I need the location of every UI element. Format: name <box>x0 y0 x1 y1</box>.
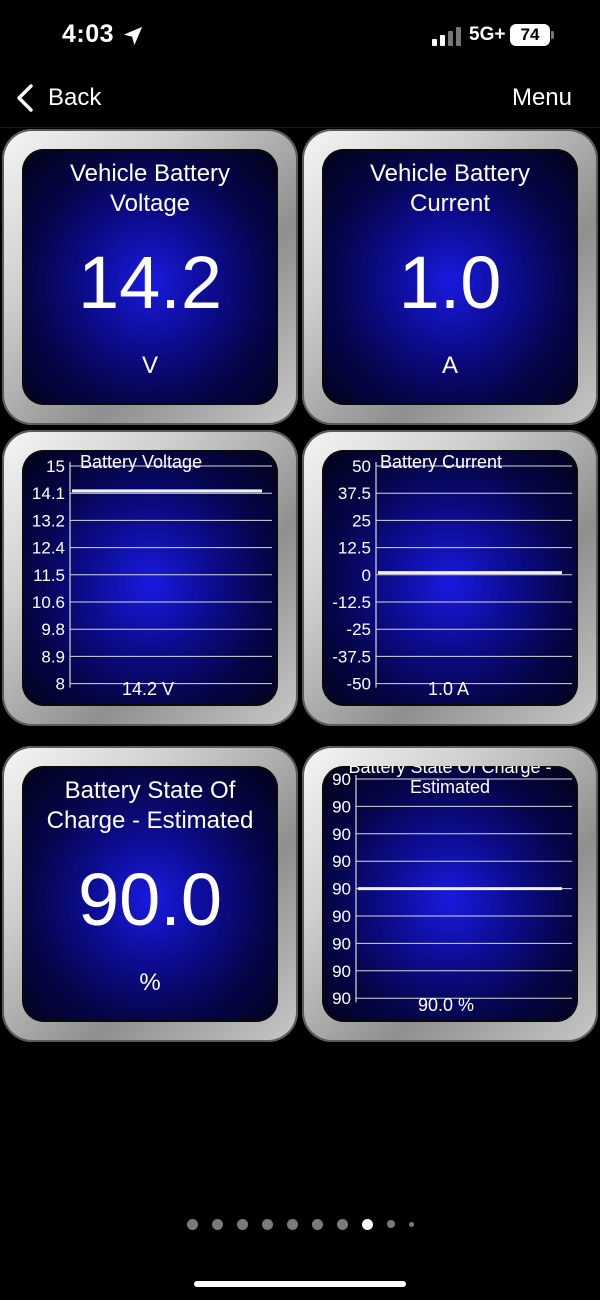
soc-chart-tile[interactable]: 90 90 90 90 90 90 90 90 90 Battery State Of Char… <box>302 746 598 1042</box>
page-dot[interactable] <box>336 1218 348 1230</box>
page-dot[interactable] <box>408 1221 414 1227</box>
y-tick-label: 8 <box>56 675 65 694</box>
page-dot[interactable] <box>186 1218 198 1230</box>
page-dot[interactable] <box>386 1220 395 1228</box>
gauge-face: Vehicle Battery Voltage 14.2 V <box>22 149 278 405</box>
y-tick-label: 90 <box>332 797 351 816</box>
chart-title: Battery Voltage <box>80 452 203 472</box>
page-dot[interactable] <box>261 1218 273 1230</box>
gauge-value: 1.0 <box>398 241 502 324</box>
status-time: 4:03 <box>62 20 115 48</box>
voltage-gauge-tile[interactable]: Vehicle Battery Voltage 14.2 V <box>2 129 298 425</box>
gauge-unit: % <box>139 969 161 996</box>
gauge-face: Battery State Of Charge - Estimated 90.0… <box>22 766 278 1022</box>
nav-divider <box>0 127 600 128</box>
voltage-chart-tile[interactable]: 15 14.1 13.2 12.4 11.5 10.6 9.8 8.9 8 Battery Vo… <box>2 430 298 726</box>
network-label: 5G+ <box>469 24 506 45</box>
y-tick-label: 15 <box>46 457 65 476</box>
page-dot[interactable] <box>211 1218 223 1230</box>
page-dot[interactable] <box>311 1218 323 1230</box>
y-tick-label: 37.5 <box>338 484 371 503</box>
y-tick-label: 11.5 <box>33 566 65 585</box>
chart-face: 50 37.5 25 12.5 0 -12.5 -25 -37.5 -50 Battery Cu… <box>322 450 578 706</box>
soc-chart: 909090909090909090 <box>332 770 572 1008</box>
page-dot[interactable] <box>286 1218 298 1230</box>
page-dot[interactable] <box>236 1218 248 1230</box>
chart-readout: 90.0 % <box>418 995 475 1015</box>
gauge-title: Battery State Of Charge - Estimated <box>46 777 254 834</box>
chart-face: 15 14.1 13.2 12.4 11.5 10.6 9.8 8.9 8 Battery Vo… <box>22 450 278 706</box>
y-tick-label: 90 <box>332 880 351 899</box>
gauge-value: 14.2 <box>77 241 223 324</box>
back-button[interactable]: Back <box>14 80 101 116</box>
location-arrow-icon <box>123 26 143 46</box>
gauge-value: 90.0 <box>77 858 223 941</box>
voltage-chart: 15 14.1 13.2 12.4 11.5 10.6 9.8 8.9 8 <box>32 457 272 694</box>
y-tick-label: 12.4 <box>32 539 65 558</box>
y-tick-label: 12.5 <box>338 539 371 558</box>
gauge-title: Vehicle Battery Voltage <box>69 160 231 217</box>
y-tick-label: 13.2 <box>32 511 65 530</box>
y-tick-label: 0 <box>362 566 371 585</box>
gauge-title: Vehicle Battery Current <box>369 160 531 217</box>
current-chart-tile[interactable]: 50 37.5 25 12.5 0 -12.5 -25 -37.5 -50 Battery Cu… <box>302 430 598 726</box>
page-indicator[interactable] <box>0 1217 600 1231</box>
chart-readout: 14.2 V <box>122 679 175 699</box>
chart-title: Battery Current <box>380 452 503 472</box>
y-tick-label: 90 <box>332 934 351 953</box>
page-dot[interactable] <box>361 1218 373 1230</box>
chart-readout: 1.0 A <box>428 679 470 699</box>
chevron-left-icon <box>17 84 33 112</box>
signal-icon <box>432 27 461 46</box>
y-tick-label: 50 <box>352 457 371 476</box>
y-tick-label: 9.8 <box>41 620 65 639</box>
y-tick-label: -25 <box>346 620 371 639</box>
y-tick-label: -12.5 <box>332 593 371 612</box>
current-gauge-tile[interactable]: Vehicle Battery Current 1.0 A <box>302 129 598 425</box>
y-tick-label: 10.6 <box>32 593 65 612</box>
gauge-face: Vehicle Battery Current 1.0 A <box>322 149 578 405</box>
gauge-unit: A <box>441 352 458 379</box>
y-tick-label: 90 <box>332 907 351 926</box>
chart-title: Battery State Of Charge - Estimated <box>348 766 552 797</box>
y-tick-label: 14.1 <box>32 484 65 503</box>
battery-icon: 74 <box>510 24 554 46</box>
current-chart: 50 37.5 25 12.5 0 -12.5 -25 -37.5 -50 <box>332 457 572 694</box>
y-tick-label: 90 <box>332 825 351 844</box>
y-tick-label: -50 <box>346 675 371 694</box>
y-tick-label: 90 <box>332 852 351 871</box>
y-tick-label: 25 <box>352 511 371 530</box>
gauge-unit: V <box>141 352 158 379</box>
y-tick-label: 90 <box>332 989 351 1008</box>
back-label: Back <box>48 84 102 111</box>
soc-gauge-tile[interactable]: Battery State Of Charge - Estimated 90.0… <box>2 746 298 1042</box>
battery-percentage: 74 <box>510 24 550 46</box>
y-tick-label: 90 <box>332 962 351 981</box>
y-tick-label: -37.5 <box>332 647 371 666</box>
home-indicator <box>194 1281 406 1287</box>
menu-button[interactable]: Menu <box>512 84 572 112</box>
y-tick-label: 8.9 <box>41 647 65 666</box>
chart-face: 90 90 90 90 90 90 90 90 90 Battery State Of Char… <box>322 766 578 1022</box>
